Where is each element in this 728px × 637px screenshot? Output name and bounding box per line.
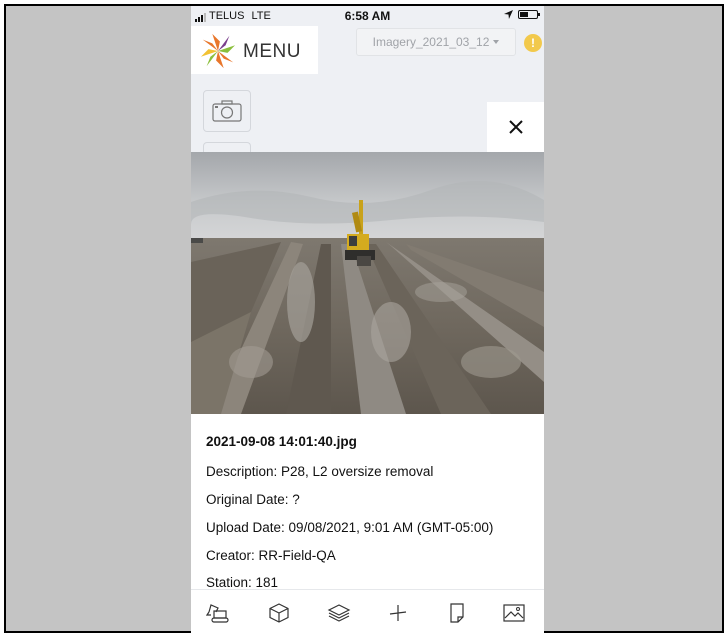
toolbar-excavator-button[interactable] [205, 600, 231, 626]
photo-station: Station: 181 [206, 575, 279, 590]
photo-filename: 2021-09-08 14:01:40.jpg [206, 434, 357, 449]
menu-label: MENU [243, 41, 301, 62]
toolbar-image-button[interactable] [501, 600, 527, 626]
box-3d-icon [269, 603, 289, 623]
phone-screen: TELUS LTE 6:58 AM MENU Imagery_2021_03_1… [191, 6, 544, 635]
layers-icon [327, 604, 351, 622]
bottom-toolbar [191, 589, 544, 635]
imagery-select-value: Imagery_2021_03_12 [372, 35, 490, 49]
camera-button[interactable] [203, 90, 251, 132]
photo-upload-date: Upload Date: 09/08/2021, 9:01 AM (GMT-05… [206, 520, 494, 535]
photo-description: Description: P28, L2 oversize removal [206, 464, 434, 479]
app-logo-icon [200, 33, 236, 69]
photo-original-date: Original Date: ? [206, 492, 300, 507]
menu-button[interactable]: MENU [191, 26, 318, 74]
toolbar-measure-button[interactable] [385, 600, 411, 626]
toolbar-3d-button[interactable] [266, 600, 292, 626]
close-icon [508, 120, 523, 134]
imagery-select[interactable]: Imagery_2021_03_12 [356, 28, 516, 56]
close-button[interactable] [487, 102, 544, 152]
battery-icon [518, 10, 540, 19]
location-arrow-icon [504, 10, 513, 19]
document-icon [450, 603, 464, 623]
status-bar: TELUS LTE 6:58 AM [191, 6, 544, 26]
photo-details-panel: 2021-09-08 14:01:40.jpg Description: P28… [191, 414, 544, 590]
image-icon [503, 604, 525, 622]
photo-creator: Creator: RR-Field-QA [206, 548, 336, 563]
status-time: 6:58 AM [344, 9, 391, 23]
site-photo [191, 152, 544, 414]
crosshair-icon [389, 605, 407, 621]
toolbar-document-button[interactable] [444, 600, 470, 626]
excavator-icon [206, 604, 229, 623]
chevron-down-icon [493, 40, 500, 44]
alert-icon[interactable]: ! [524, 34, 542, 52]
camera-icon [212, 100, 242, 122]
toolbar-layers-button[interactable] [326, 600, 352, 626]
